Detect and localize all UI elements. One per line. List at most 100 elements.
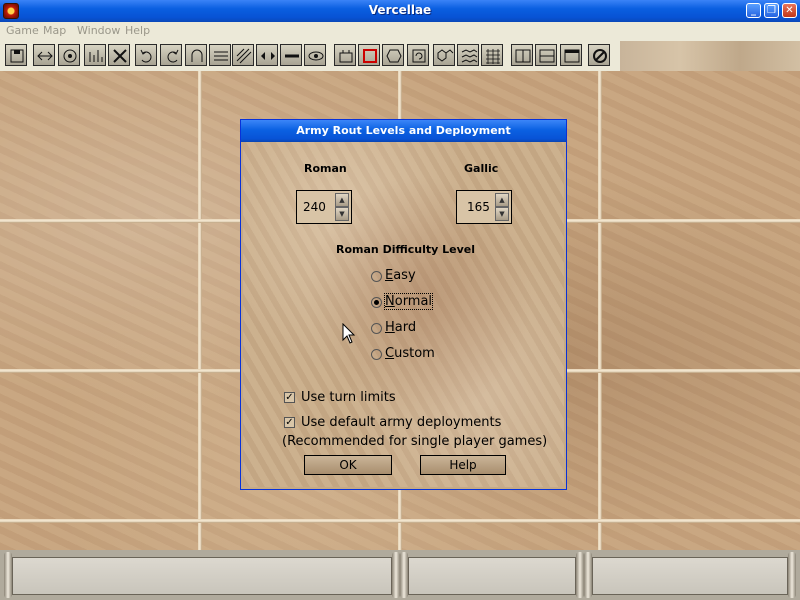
toolbar-button-window-panes[interactable] (511, 44, 533, 66)
toolbar-button-eye[interactable] (304, 44, 326, 66)
roman-rout-spinner[interactable]: 240 ▲ ▼ (296, 190, 352, 224)
toolbar-button-diagonal-lines[interactable] (232, 44, 254, 66)
toolbar-button-move[interactable] (33, 44, 55, 66)
roman-rout-value[interactable]: 240 (303, 200, 326, 214)
default-deployments-checkbox[interactable]: ✓ (284, 417, 295, 428)
eye-icon (308, 51, 324, 61)
toolbar-button-bar[interactable] (280, 44, 302, 66)
status-panel-right (592, 557, 788, 595)
toolbar-button-hex-group[interactable] (433, 44, 455, 66)
map-grid-line (0, 519, 800, 523)
toolbar-button-save[interactable] (5, 44, 27, 66)
roman-spin-up-button[interactable]: ▲ (335, 193, 349, 207)
roman-spin-down-button[interactable]: ▼ (335, 207, 349, 221)
toolbar-button-horizontal-panes[interactable] (535, 44, 557, 66)
pillar-ornament (4, 552, 12, 598)
gallic-rout-value[interactable]: 165 (467, 200, 490, 214)
dialog-title-bar[interactable]: Army Rout Levels and Deployment (241, 120, 566, 142)
recommendation-note: (Recommended for single player games) (282, 434, 548, 449)
undo-icon (140, 49, 152, 63)
toolbar-button-hex-lines[interactable] (209, 44, 231, 66)
status-bar (0, 550, 800, 600)
status-panel-left (12, 557, 392, 595)
radio-hard-label[interactable]: Hard (385, 320, 416, 335)
menu-help[interactable]: Help (125, 24, 150, 37)
pillar-ornament (392, 552, 400, 598)
menu-game[interactable]: Game (6, 24, 39, 37)
radio-normal-label[interactable]: Normal (383, 293, 434, 310)
map-grid-line (198, 71, 202, 550)
map-grid-line (598, 71, 602, 550)
radio-button[interactable] (371, 349, 382, 360)
hex-mesh-icon (486, 49, 500, 64)
gallic-rout-spinner[interactable]: 165 ▲ ▼ (456, 190, 512, 224)
move-icon (37, 51, 53, 61)
army-rout-dialog: Army Rout Levels and Deployment Roman Ga… (240, 119, 567, 490)
toolbar-button-loop[interactable] (185, 44, 207, 66)
toolbar-button-rotate[interactable] (407, 44, 429, 66)
title-bar[interactable]: Vercellae _ ❐ ✕ (0, 0, 800, 22)
mouse-pointer-icon (342, 323, 356, 344)
hex-lines-icon (214, 51, 228, 61)
toolbar-button-hexagon[interactable] (382, 44, 404, 66)
unit-icon (339, 50, 353, 63)
window-panes-icon (515, 49, 531, 63)
dialog-title: Army Rout Levels and Deployment (296, 124, 511, 137)
loop-icon (191, 49, 203, 62)
pillar-ornament (576, 552, 584, 598)
arrows-icon (261, 52, 275, 60)
turn-limits-checkbox[interactable]: ✓ (284, 392, 295, 403)
frame-icon (564, 49, 580, 63)
ok-button[interactable]: OK (304, 455, 392, 475)
toolbar-button-undo[interactable] (135, 44, 157, 66)
help-button[interactable]: Help (420, 455, 506, 475)
menu-window[interactable]: Window (77, 24, 120, 37)
gallic-spin-down-button[interactable]: ▼ (495, 207, 509, 221)
menu-map[interactable]: Map (43, 24, 66, 37)
roman-label: Roman (304, 162, 347, 175)
toolbar (0, 41, 800, 71)
hex-group-icon (437, 49, 454, 62)
radio-button-selected[interactable] (371, 297, 382, 308)
pillar-ornament (788, 552, 796, 598)
hex-grid-icon (461, 49, 478, 63)
radio-custom-label[interactable]: Custom (385, 346, 435, 361)
hexagon-icon (386, 49, 402, 63)
default-deployments-label[interactable]: Use default army deployments (301, 415, 501, 430)
toolbar-button-range[interactable] (358, 44, 380, 66)
close-button[interactable]: ✕ (782, 3, 797, 18)
rotate-icon (412, 49, 426, 63)
radio-button[interactable] (371, 271, 382, 282)
toolbar-button-crossed-swords[interactable] (108, 44, 130, 66)
horizontal-panes-icon (539, 49, 555, 63)
toolbar-button-frame[interactable] (560, 44, 582, 66)
difficulty-label: Roman Difficulty Level (336, 243, 475, 256)
status-panel-middle (408, 557, 576, 595)
dialog-body: Roman Gallic 240 ▲ ▼ 165 ▲ ▼ Roman Diffi… (243, 142, 564, 487)
toolbar-button-unit[interactable] (334, 44, 356, 66)
toolbar-button-chart[interactable] (84, 44, 106, 66)
restore-button[interactable]: ❐ (764, 3, 779, 18)
redo-icon (167, 49, 179, 63)
toolbar-button-arrows[interactable] (256, 44, 278, 66)
gallic-spin-up-button[interactable]: ▲ (495, 193, 509, 207)
toolbar-button-hex-grid[interactable] (457, 44, 479, 66)
save-icon (10, 49, 24, 63)
toolbar-button-no-entry[interactable] (588, 44, 610, 66)
bar-icon (285, 54, 299, 58)
toolbar-button-hex-mesh[interactable] (481, 44, 503, 66)
radio-button[interactable] (371, 323, 382, 334)
menu-bar: Game Map Window Help (0, 22, 800, 41)
toolbar-filler (620, 41, 800, 71)
toolbar-button-disk[interactable] (58, 44, 80, 66)
range-icon (363, 49, 377, 63)
radio-easy-label[interactable]: Easy (385, 268, 416, 283)
no-entry-icon (593, 49, 607, 63)
minimize-button[interactable]: _ (746, 3, 761, 18)
disk-icon (63, 49, 77, 63)
window-title: Vercellae (368, 3, 432, 17)
pillar-ornament (400, 552, 408, 598)
toolbar-button-redo[interactable] (160, 44, 182, 66)
pillar-ornament (584, 552, 592, 598)
turn-limits-label[interactable]: Use turn limits (301, 390, 396, 405)
